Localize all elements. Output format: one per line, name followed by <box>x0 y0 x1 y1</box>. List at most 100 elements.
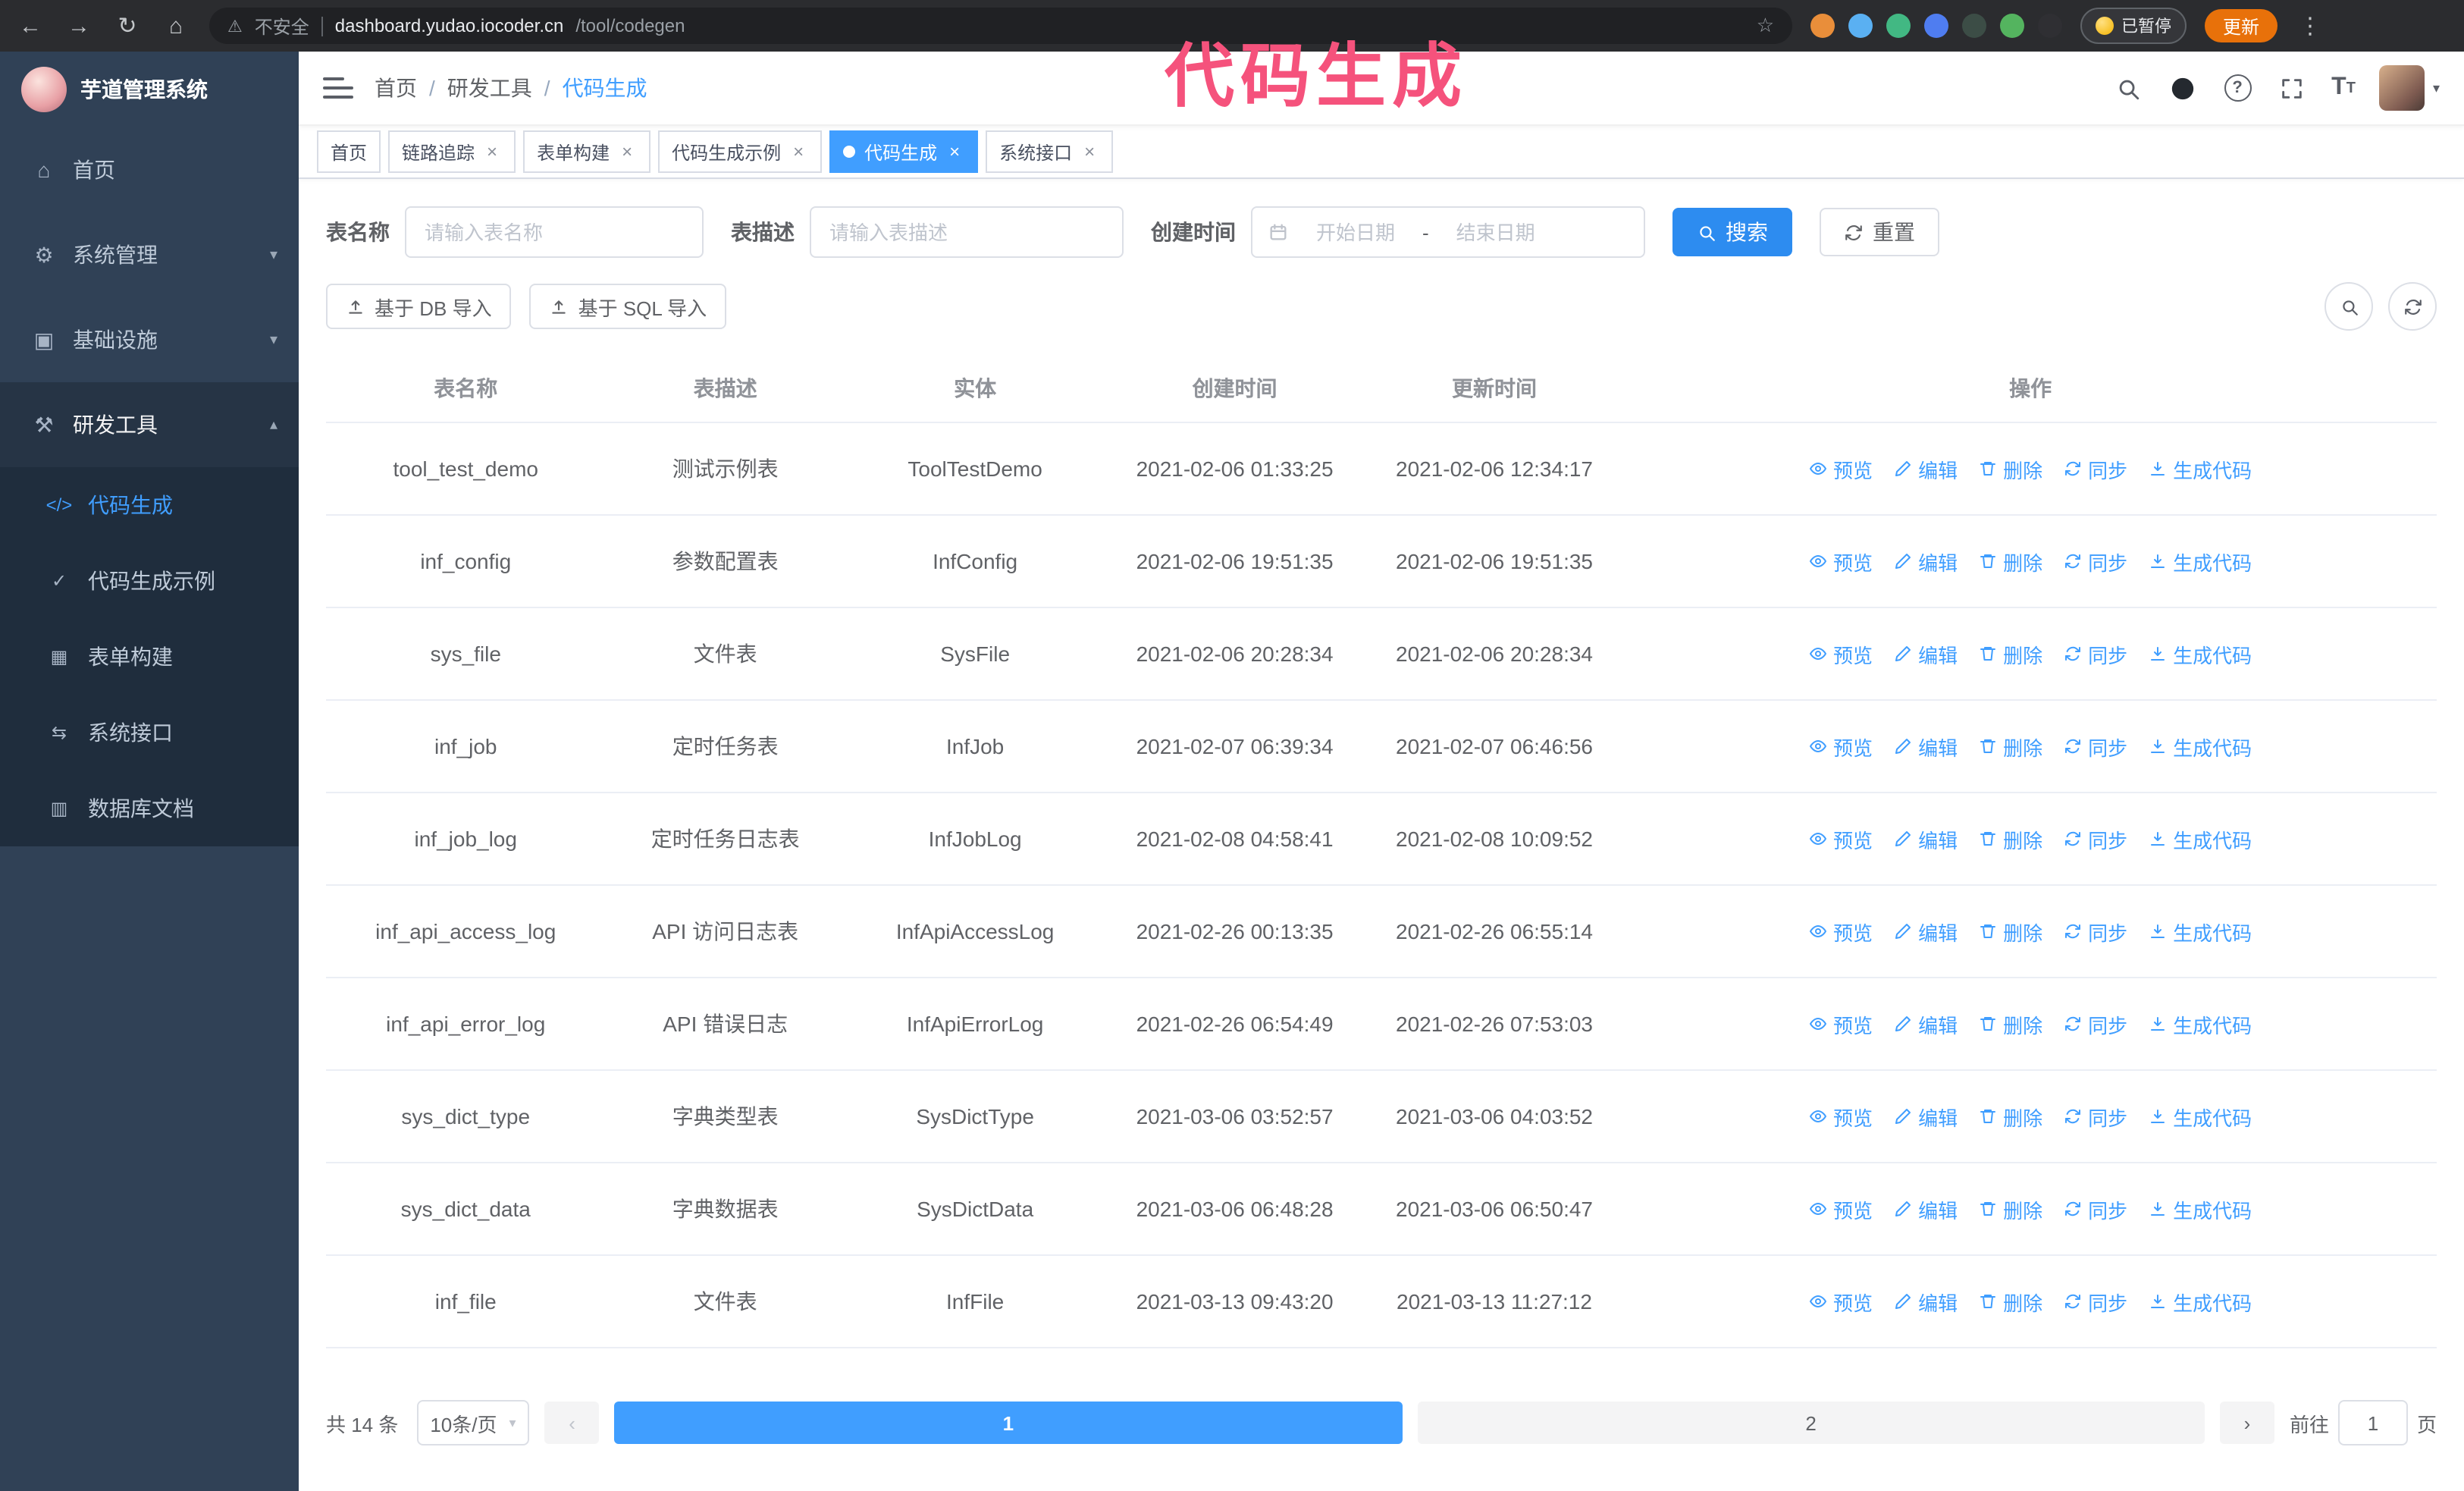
breadcrumb-home[interactable]: 首页 <box>375 73 417 103</box>
generate-code-link[interactable]: 生成代码 <box>2149 1009 2252 1038</box>
back-icon[interactable]: ← <box>15 13 45 39</box>
generate-code-link[interactable]: 生成代码 <box>2149 732 2252 761</box>
tab-form-builder[interactable]: 表单构建 × <box>523 130 651 173</box>
sidebar-item-devtools[interactable]: ⚒ 研发工具 ▴ <box>0 382 299 467</box>
extension-icon-3[interactable] <box>1886 14 1911 38</box>
reset-button[interactable]: 重置 <box>1820 208 1939 256</box>
github-icon[interactable] <box>2168 73 2198 103</box>
preview-link[interactable]: 预览 <box>1809 1102 1873 1131</box>
sidebar-toggle-icon[interactable] <box>323 73 353 103</box>
preview-link[interactable]: 预览 <box>1809 1287 1873 1316</box>
close-icon[interactable]: × <box>945 142 964 162</box>
delete-link[interactable]: 删除 <box>1979 1194 2042 1223</box>
sync-link[interactable]: 同步 <box>2064 454 2127 483</box>
delete-link[interactable]: 删除 <box>1979 824 2042 853</box>
edit-link[interactable]: 编辑 <box>1894 917 1958 946</box>
sync-link[interactable]: 同步 <box>2064 824 2127 853</box>
sidebar-item-codegen-example[interactable]: ✓ 代码生成示例 <box>0 543 299 619</box>
sync-link[interactable]: 同步 <box>2064 1287 2127 1316</box>
page-button-1[interactable]: 1 <box>614 1402 1403 1444</box>
edit-link[interactable]: 编辑 <box>1894 1194 1958 1223</box>
edit-link[interactable]: 编辑 <box>1894 1287 1958 1316</box>
import-db-button[interactable]: 基于 DB 导入 <box>326 284 512 329</box>
close-icon[interactable]: × <box>1080 142 1099 162</box>
close-icon[interactable]: × <box>617 142 637 162</box>
sync-link[interactable]: 同步 <box>2064 547 2127 576</box>
generate-code-link[interactable]: 生成代码 <box>2149 639 2252 668</box>
sidebar-item-infra[interactable]: ▣ 基础设施 ▾ <box>0 297 299 382</box>
extension-icon-4[interactable] <box>1924 14 1948 38</box>
sync-link[interactable]: 同步 <box>2064 1194 2127 1223</box>
extension-icon-5[interactable] <box>1962 14 1986 38</box>
sync-link[interactable]: 同步 <box>2064 1009 2127 1038</box>
logo[interactable]: 芋道管理系统 <box>0 52 299 127</box>
delete-link[interactable]: 删除 <box>1979 1102 2042 1131</box>
sync-link[interactable]: 同步 <box>2064 1102 2127 1131</box>
reload-icon[interactable]: ↻ <box>112 12 143 39</box>
edit-link[interactable]: 编辑 <box>1894 1102 1958 1131</box>
preview-link[interactable]: 预览 <box>1809 824 1873 853</box>
generate-code-link[interactable]: 生成代码 <box>2149 547 2252 576</box>
sync-link[interactable]: 同步 <box>2064 639 2127 668</box>
extension-icon-1[interactable] <box>1810 14 1835 38</box>
preview-link[interactable]: 预览 <box>1809 732 1873 761</box>
font-size-icon[interactable]: TT <box>2331 75 2356 100</box>
extension-icon-2[interactable] <box>1848 14 1873 38</box>
generate-code-link[interactable]: 生成代码 <box>2149 917 2252 946</box>
refresh-table-button[interactable] <box>2388 282 2437 331</box>
sidebar-item-api[interactable]: ⇆ 系统接口 <box>0 695 299 771</box>
page-size-select[interactable]: 10条/页 ▾ <box>416 1400 530 1445</box>
delete-link[interactable]: 删除 <box>1979 547 2042 576</box>
user-menu[interactable]: ▾ <box>2379 65 2440 111</box>
edit-link[interactable]: 编辑 <box>1894 639 1958 668</box>
breadcrumb-devtools[interactable]: 研发工具 <box>447 73 532 103</box>
prev-page-button[interactable]: ‹ <box>544 1402 600 1444</box>
preview-link[interactable]: 预览 <box>1809 639 1873 668</box>
table-desc-input[interactable] <box>826 219 1107 245</box>
edit-link[interactable]: 编辑 <box>1894 1009 1958 1038</box>
bookmark-star-icon[interactable]: ☆ <box>1757 14 1774 38</box>
update-button[interactable]: 更新 <box>2205 9 2278 42</box>
preview-link[interactable]: 预览 <box>1809 547 1873 576</box>
delete-link[interactable]: 删除 <box>1979 732 2042 761</box>
sync-link[interactable]: 同步 <box>2064 917 2127 946</box>
import-sql-button[interactable]: 基于 SQL 导入 <box>529 284 727 329</box>
tab-home[interactable]: 首页 <box>317 130 381 173</box>
close-icon[interactable]: × <box>482 142 502 162</box>
toggle-search-button[interactable] <box>2324 282 2373 331</box>
sidebar-item-home[interactable]: ⌂ 首页 <box>0 127 299 212</box>
next-page-button[interactable]: › <box>2219 1402 2274 1444</box>
delete-link[interactable]: 删除 <box>1979 454 2042 483</box>
tab-codegen-example[interactable]: 代码生成示例 × <box>658 130 823 173</box>
browser-menu-icon[interactable]: ⋮ <box>2296 12 2324 39</box>
start-date-input[interactable] <box>1298 219 1413 245</box>
generate-code-link[interactable]: 生成代码 <box>2149 1102 2252 1131</box>
forward-icon[interactable]: → <box>64 13 94 39</box>
sidebar-item-system[interactable]: ⚙ 系统管理 ▾ <box>0 212 299 297</box>
extension-icon-7[interactable] <box>2038 14 2062 38</box>
close-icon[interactable]: × <box>788 142 808 162</box>
tab-codegen[interactable]: 代码生成 × <box>829 130 979 173</box>
extension-icon-6[interactable] <box>2000 14 2024 38</box>
edit-link[interactable]: 编辑 <box>1894 454 1958 483</box>
generate-code-link[interactable]: 生成代码 <box>2149 824 2252 853</box>
delete-link[interactable]: 删除 <box>1979 1009 2042 1038</box>
date-range-picker[interactable]: - <box>1251 206 1645 258</box>
page-button-2[interactable]: 2 <box>1417 1402 2205 1444</box>
search-button[interactable]: 搜索 <box>1672 208 1792 256</box>
end-date-input[interactable] <box>1437 219 1553 245</box>
delete-link[interactable]: 删除 <box>1979 917 2042 946</box>
tab-api[interactable]: 系统接口 × <box>986 130 1114 173</box>
generate-code-link[interactable]: 生成代码 <box>2149 454 2252 483</box>
sync-link[interactable]: 同步 <box>2064 732 2127 761</box>
generate-code-link[interactable]: 生成代码 <box>2149 1194 2252 1223</box>
table-name-input[interactable] <box>422 219 687 245</box>
home-icon[interactable]: ⌂ <box>161 13 191 39</box>
preview-link[interactable]: 预览 <box>1809 1009 1873 1038</box>
tab-trace[interactable]: 链路追踪 × <box>388 130 516 173</box>
generate-code-link[interactable]: 生成代码 <box>2149 1287 2252 1316</box>
preview-link[interactable]: 预览 <box>1809 917 1873 946</box>
goto-page-input[interactable] <box>2337 1400 2408 1445</box>
sidebar-item-form-builder[interactable]: ▦ 表单构建 <box>0 619 299 695</box>
edit-link[interactable]: 编辑 <box>1894 824 1958 853</box>
